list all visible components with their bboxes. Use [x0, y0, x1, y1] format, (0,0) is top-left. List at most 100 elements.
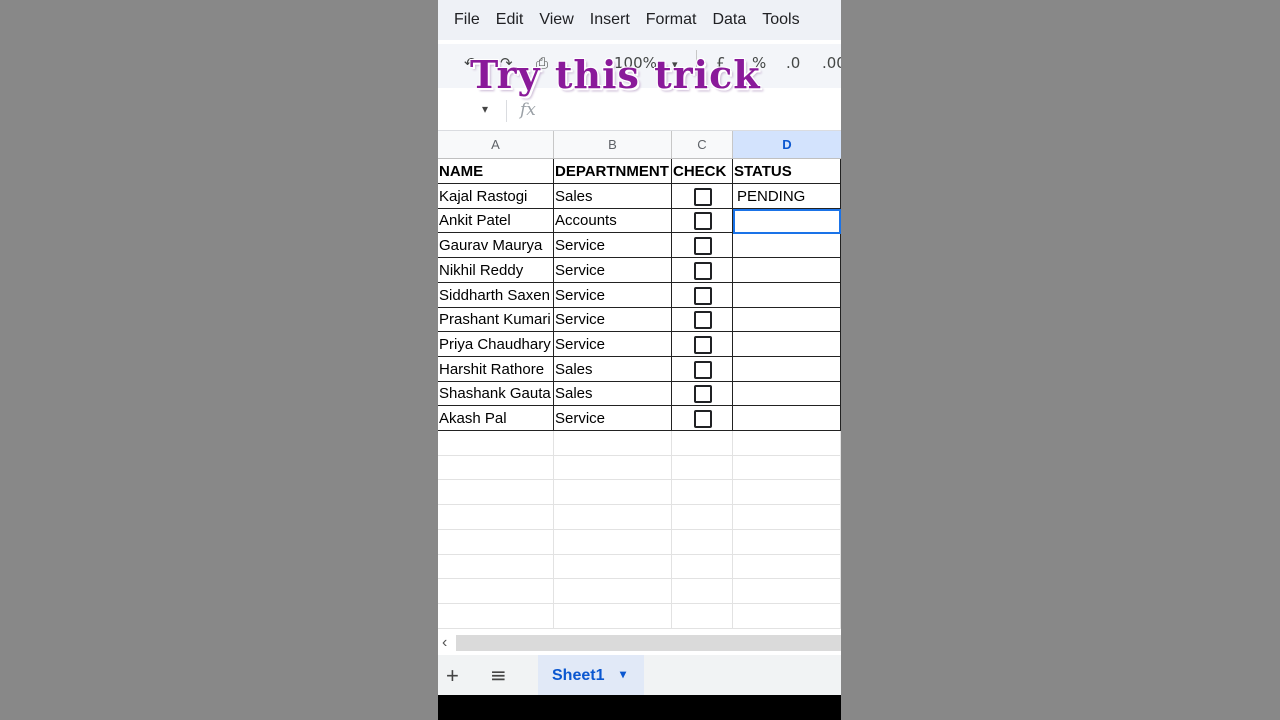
cell-name[interactable]: Priya Chaudhary [438, 331, 554, 357]
cell-status[interactable] [733, 208, 841, 234]
header-cell-dept[interactable]: DEPARTNMENT [554, 159, 672, 184]
cell-dept[interactable]: Service [554, 406, 672, 431]
header-cell-name[interactable]: NAME [438, 159, 554, 184]
cell-status[interactable] [733, 331, 841, 357]
checkbox[interactable] [694, 360, 712, 379]
cell-dept[interactable]: Service [554, 282, 672, 308]
menu-insert[interactable]: Insert [582, 11, 638, 29]
empty-cell[interactable] [672, 529, 733, 555]
empty-cell[interactable] [438, 603, 554, 629]
empty-cell[interactable] [733, 529, 841, 555]
empty-cell[interactable] [672, 578, 733, 604]
empty-cell[interactable] [733, 455, 841, 481]
menu-data[interactable]: Data [704, 11, 754, 29]
menu-format[interactable]: Format [638, 11, 705, 29]
empty-cell[interactable] [438, 554, 554, 580]
cell-dept[interactable]: Sales [554, 183, 672, 209]
checkbox[interactable] [694, 212, 712, 231]
empty-cell[interactable] [672, 554, 733, 580]
sheet-tab-dropdown-icon[interactable]: ▾ [620, 667, 626, 681]
sheet-tab-sheet1[interactable]: Sheet1 ▾ [538, 655, 644, 695]
scroll-left-icon[interactable]: ‹ [442, 634, 447, 652]
cell-check[interactable] [672, 208, 733, 234]
checkbox[interactable] [694, 261, 712, 280]
cell-name[interactable]: Harshit Rathore [438, 356, 554, 382]
empty-cell[interactable] [672, 480, 733, 506]
cell-dept[interactable]: Sales [554, 356, 672, 382]
cell-status[interactable] [733, 406, 841, 431]
cell-dept[interactable]: Accounts [554, 208, 672, 234]
header-cell-status[interactable]: STATUS [733, 159, 841, 184]
add-sheet-button[interactable]: + [446, 663, 459, 689]
cell-check[interactable] [672, 257, 733, 283]
column-header-c[interactable]: C [672, 131, 733, 158]
cell-status[interactable]: PENDING [733, 183, 841, 209]
cell-dept[interactable]: Service [554, 307, 672, 333]
cell-name[interactable]: Nikhil Reddy [438, 257, 554, 283]
empty-cell[interactable] [438, 430, 554, 456]
checkbox[interactable] [694, 385, 712, 404]
menu-edit[interactable]: Edit [488, 11, 532, 29]
empty-cell[interactable] [733, 504, 841, 530]
scrollbar-track[interactable] [456, 635, 841, 651]
cell-name[interactable]: Siddharth Saxen [438, 282, 554, 308]
cell-check[interactable] [672, 233, 733, 259]
empty-cell[interactable] [554, 554, 672, 580]
all-sheets-menu-icon[interactable]: ≡ [490, 663, 507, 687]
cell-check[interactable] [672, 331, 733, 357]
cell-status[interactable] [733, 381, 841, 407]
cell-dept[interactable]: Service [554, 257, 672, 283]
empty-cell[interactable] [438, 480, 554, 506]
cell-check[interactable] [672, 307, 733, 333]
cell-name[interactable]: Akash Pal [438, 406, 554, 431]
menu-tools[interactable]: Tools [754, 11, 807, 29]
menu-file[interactable]: File [438, 11, 488, 29]
empty-cell[interactable] [733, 480, 841, 506]
cell-name[interactable]: Kajal Rastogi [438, 183, 554, 209]
column-header-b[interactable]: B [554, 131, 672, 158]
empty-cell[interactable] [554, 578, 672, 604]
decrease-decimal-button[interactable]: .0 [786, 54, 800, 72]
empty-cell[interactable] [733, 578, 841, 604]
checkbox[interactable] [694, 187, 712, 206]
empty-cell[interactable] [554, 455, 672, 481]
cell-check[interactable] [672, 356, 733, 382]
empty-cell[interactable] [672, 603, 733, 629]
cell-name[interactable]: Ankit Patel [438, 208, 554, 234]
empty-cell[interactable] [554, 430, 672, 456]
cell-status[interactable] [733, 356, 841, 382]
horizontal-scrollbar[interactable]: ‹ [438, 632, 841, 654]
checkbox[interactable] [694, 286, 712, 305]
cell-dept[interactable]: Service [554, 233, 672, 259]
cell-check[interactable] [672, 183, 733, 209]
checkbox[interactable] [694, 335, 712, 354]
empty-cell[interactable] [672, 504, 733, 530]
empty-cell[interactable] [438, 504, 554, 530]
increase-decimal-button[interactable]: .00 [822, 54, 841, 72]
empty-cell[interactable] [672, 430, 733, 456]
cell-check[interactable] [672, 381, 733, 407]
cell-status[interactable] [733, 307, 841, 333]
checkbox[interactable] [694, 410, 712, 428]
empty-cell[interactable] [733, 554, 841, 580]
cell-name[interactable]: Gaurav Maurya [438, 233, 554, 259]
cell-name[interactable]: Shashank Gauta [438, 381, 554, 407]
cell-status[interactable] [733, 233, 841, 259]
cell-name[interactable]: Prashant Kumari [438, 307, 554, 333]
cell-dept[interactable]: Service [554, 331, 672, 357]
empty-cell[interactable] [733, 430, 841, 456]
checkbox[interactable] [694, 311, 712, 330]
cell-status[interactable] [733, 282, 841, 308]
menu-view[interactable]: View [531, 11, 581, 29]
cell-check[interactable] [672, 406, 733, 431]
empty-cell[interactable] [438, 529, 554, 555]
checkbox[interactable] [694, 237, 712, 256]
empty-cell[interactable] [554, 504, 672, 530]
column-header-a[interactable]: A [438, 131, 554, 158]
header-cell-check[interactable]: CHECK [672, 159, 733, 184]
empty-cell[interactable] [438, 578, 554, 604]
empty-cell[interactable] [438, 455, 554, 481]
empty-cell[interactable] [733, 603, 841, 629]
cell-status[interactable] [733, 257, 841, 283]
empty-cell[interactable] [554, 480, 672, 506]
